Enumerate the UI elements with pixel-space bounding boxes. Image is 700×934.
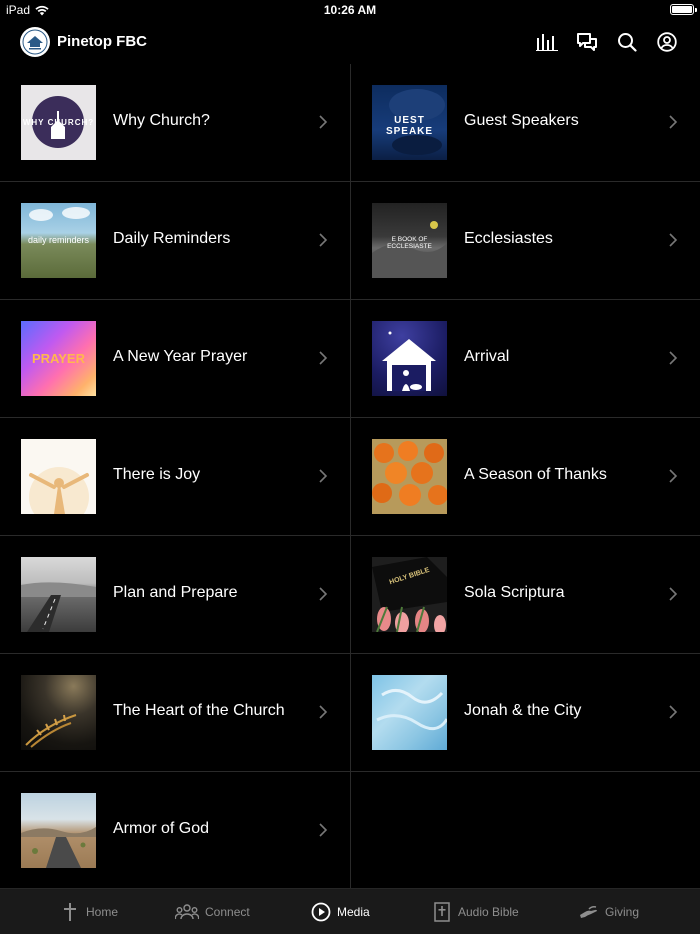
tab-giving[interactable]: Giving xyxy=(579,889,639,934)
media-item-title: Guest Speakers xyxy=(464,112,579,129)
thumb-text: WHY CHURCH? xyxy=(22,118,95,127)
tab-bar: Home Connect Media Audio Bible Giving xyxy=(0,888,700,934)
media-item[interactable]: Arrival xyxy=(351,300,700,418)
chevron-right-icon xyxy=(319,115,328,129)
app-title: Pinetop FBC xyxy=(57,33,147,50)
media-thumbnail: PRAYER xyxy=(21,321,96,396)
tab-media[interactable]: Media xyxy=(311,889,370,934)
tab-audio-bible[interactable]: Audio Bible xyxy=(432,889,519,934)
church-logo[interactable] xyxy=(20,27,50,57)
chevron-right-icon xyxy=(669,705,678,719)
search-icon[interactable] xyxy=(616,31,638,53)
media-item[interactable]: A Season of Thanks xyxy=(351,418,700,536)
thumb-text: daily reminders xyxy=(27,235,90,245)
chevron-right-icon xyxy=(319,705,328,719)
battery-fill xyxy=(672,6,692,13)
thumb-text: PRAYER xyxy=(32,351,85,366)
media-item[interactable]: The Heart of the Church xyxy=(0,654,350,772)
chevron-right-icon xyxy=(669,351,678,365)
tab-label: Home xyxy=(86,905,119,919)
chevron-right-icon xyxy=(669,233,678,247)
media-item-title: A Season of Thanks xyxy=(464,466,607,483)
media-thumbnail xyxy=(372,321,447,396)
status-time: 10:26 AM xyxy=(323,3,377,17)
media-item[interactable]: Jonah & the City xyxy=(351,654,700,772)
thumb-text: E BOOK OF ECCLESIASTE xyxy=(387,236,432,250)
media-thumbnail: daily reminders xyxy=(21,203,96,278)
tab-label: Audio Bible xyxy=(458,905,519,919)
media-item[interactable]: HOLY BIBLE Sola Scriptura xyxy=(351,536,700,654)
chevron-right-icon xyxy=(319,823,328,837)
media-thumbnail xyxy=(372,675,447,750)
hand-icon xyxy=(579,902,599,922)
media-thumbnail: UEST SPEAKE xyxy=(372,85,447,160)
chevron-right-icon xyxy=(319,469,328,483)
chevron-right-icon xyxy=(319,351,328,365)
media-thumbnail xyxy=(21,439,96,514)
chat-icon[interactable] xyxy=(576,31,598,53)
header-actions xyxy=(536,31,678,53)
cross-icon xyxy=(60,902,80,922)
media-item-title: Sola Scriptura xyxy=(464,584,565,601)
media-thumbnail xyxy=(21,557,96,632)
thumb-text: UEST SPEAKE xyxy=(385,115,434,137)
media-item[interactable]: There is Joy xyxy=(0,418,350,536)
media-item[interactable]: daily reminders Daily Reminders xyxy=(0,182,350,300)
battery-icon xyxy=(670,4,697,15)
media-item-title: Armor of God xyxy=(113,820,210,837)
media-item-title: Why Church? xyxy=(113,112,210,129)
play-circle-icon xyxy=(311,902,331,922)
chevron-right-icon xyxy=(319,233,328,247)
profile-icon[interactable] xyxy=(656,31,678,53)
media-item[interactable]: PRAYER A New Year Prayer xyxy=(0,300,350,418)
media-item-title: Ecclesiastes xyxy=(464,230,553,247)
media-item-title: Plan and Prepare xyxy=(113,584,238,601)
media-item-title: There is Joy xyxy=(113,466,201,483)
tab-home[interactable]: Home xyxy=(60,889,118,934)
media-thumbnail xyxy=(372,439,447,514)
media-thumbnail xyxy=(21,793,96,868)
media-item-title: Daily Reminders xyxy=(113,230,231,247)
chevron-right-icon xyxy=(669,469,678,483)
media-item-title: Jonah & the City xyxy=(464,702,582,719)
media-item-title: The Heart of the Church xyxy=(113,702,285,719)
church-logo-icon xyxy=(22,29,48,55)
media-thumbnail: WHY CHURCH? xyxy=(21,85,96,160)
media-item[interactable]: E BOOK OF ECCLESIASTE Ecclesiastes xyxy=(351,182,700,300)
status-bar: iPad 10:26 AM xyxy=(0,0,700,20)
bible-icon xyxy=(432,902,452,922)
media-item-title: Arrival xyxy=(464,348,510,365)
media-item[interactable]: UEST SPEAKE Guest Speakers xyxy=(351,64,700,182)
tab-connect[interactable]: Connect xyxy=(175,889,250,934)
chevron-right-icon xyxy=(319,587,328,601)
media-item[interactable]: Armor of God xyxy=(0,772,350,890)
tab-label: Giving xyxy=(605,905,640,919)
app-header: Pinetop FBC xyxy=(0,20,700,64)
media-thumbnail: HOLY BIBLE xyxy=(372,557,447,632)
media-item[interactable]: WHY CHURCH? Why Church? xyxy=(0,64,350,182)
chevron-right-icon xyxy=(669,115,678,129)
media-thumbnail: E BOOK OF ECCLESIASTE xyxy=(372,203,447,278)
media-item-title: A New Year Prayer xyxy=(113,348,248,365)
tab-label: Connect xyxy=(205,905,250,919)
media-thumbnail xyxy=(21,675,96,750)
people-icon xyxy=(175,902,199,922)
media-item[interactable]: Plan and Prepare xyxy=(0,536,350,654)
equalizer-icon[interactable] xyxy=(536,31,558,53)
chevron-right-icon xyxy=(669,587,678,601)
media-grid: WHY CHURCH? Why Church? UEST SPEAKE Gues… xyxy=(0,64,700,890)
tab-label: Media xyxy=(337,905,370,919)
